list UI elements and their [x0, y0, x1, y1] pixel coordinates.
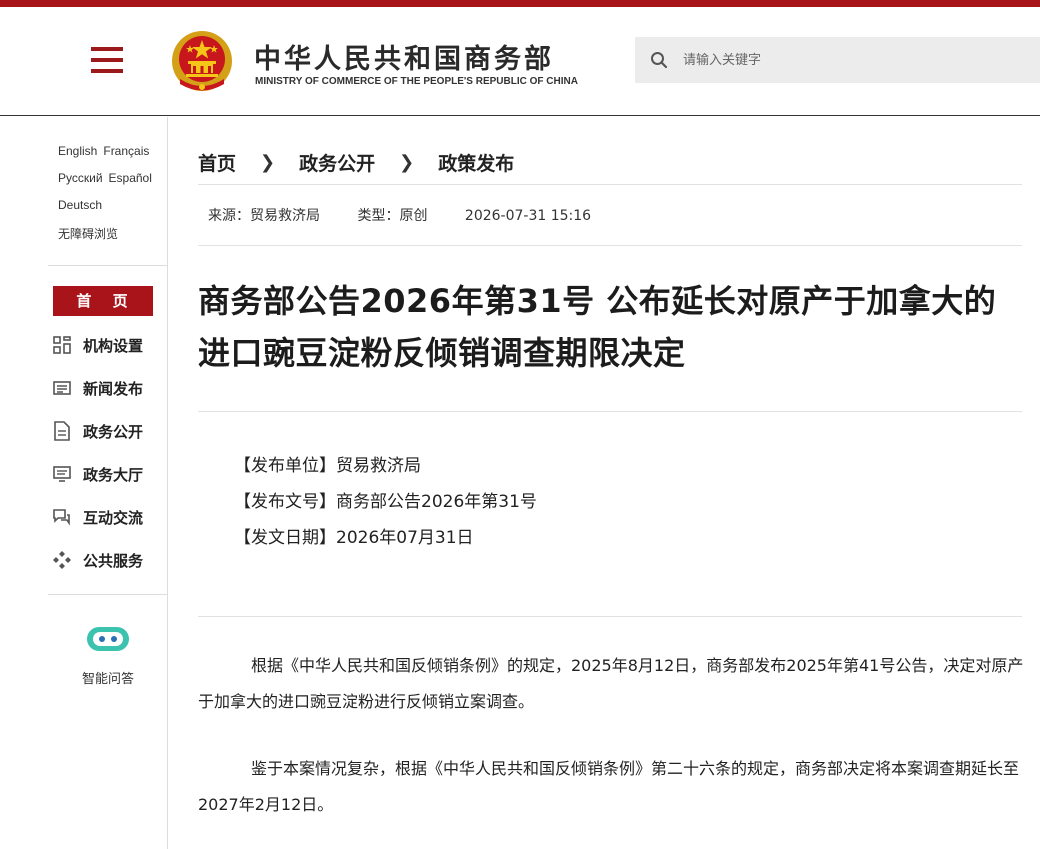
- search-input[interactable]: [683, 37, 1023, 83]
- lang-spanish-link[interactable]: Español: [109, 171, 152, 185]
- sidebar-divider: [48, 265, 167, 266]
- site-title-chinese[interactable]: 中华人民共和国商务部: [254, 37, 554, 76]
- sidebar-item-label: 机构设置: [83, 336, 144, 355]
- document-icon: [52, 421, 72, 441]
- lang-english-link[interactable]: English: [58, 144, 97, 158]
- sidebar-item-label: 互动交流: [83, 508, 144, 527]
- breadcrumb-government-affairs-link[interactable]: 政务公开: [299, 149, 375, 176]
- article-title: 商务部公告2026年第31号 公布延长对原产于加拿大的进口豌豆淀粉反倾销调查期限…: [198, 282, 997, 372]
- ai-assistant-label[interactable]: 智能问答: [58, 668, 158, 687]
- info-divider: [198, 616, 1022, 617]
- chatbot-icon[interactable]: [85, 624, 131, 654]
- accessibility-link[interactable]: 无障碍浏览: [58, 227, 118, 241]
- news-icon: [52, 378, 72, 398]
- info-publisher: 【发布单位】贸易救济局: [234, 456, 421, 476]
- chevron-right-icon: ❯: [399, 151, 415, 173]
- sidebar-home-button[interactable]: 首 页: [53, 286, 153, 316]
- search-icon[interactable]: [650, 51, 668, 69]
- language-row-3: Deutsch: [58, 198, 108, 212]
- org-grid-icon: [52, 335, 72, 355]
- language-row-2: Русский Español: [58, 171, 158, 185]
- accessibility-row: 无障碍浏览: [58, 225, 124, 242]
- breadcrumb-policy-release-link[interactable]: 政策发布: [438, 149, 514, 176]
- lang-french-link[interactable]: Français: [103, 144, 149, 158]
- title-divider: [198, 411, 1022, 412]
- article-source: 来源：贸易救济局: [208, 208, 320, 224]
- top-accent-stripe: [0, 0, 1040, 7]
- sidebar-item-organization[interactable]: 机构设置: [52, 333, 162, 357]
- search-box: [635, 37, 1040, 83]
- info-document-number: 【发布文号】商务部公告2026年第31号: [234, 492, 537, 512]
- info-publish-date: 【发文日期】2026年07月31日: [234, 528, 474, 548]
- article-type: 类型：原创: [357, 208, 428, 224]
- sidebar-item-label: 公共服务: [83, 551, 144, 570]
- meta-divider: [198, 245, 1022, 246]
- chevron-right-icon: ❯: [260, 151, 276, 173]
- breadcrumb: 首页 ❯ 政务公开 ❯ 政策发布: [198, 148, 514, 176]
- language-row-1: English Français: [58, 144, 155, 158]
- sidebar-item-service-hall[interactable]: 政务大厅: [52, 462, 162, 486]
- sidebar-item-government-affairs[interactable]: 政务公开: [52, 419, 162, 443]
- article-paragraph: 鉴于本案情况复杂，根据《中华人民共和国反倾销条例》第二十六条的规定，商务部决定将…: [198, 759, 1020, 814]
- article-paragraph: 根据《中华人民共和国反倾销条例》的规定，2025年8月12日，商务部发布2025…: [198, 656, 1024, 711]
- sidebar-item-interaction[interactable]: 互动交流: [52, 505, 162, 529]
- article-meta: 来源：贸易救济局 类型：原创 2026-07-31 15:16: [208, 205, 624, 225]
- sidebar-item-news[interactable]: 新闻发布: [52, 376, 162, 400]
- chat-icon: [52, 507, 72, 527]
- service-hall-icon: [52, 464, 72, 484]
- lang-russian-link[interactable]: Русский: [58, 171, 103, 185]
- site-header: 中华人民共和国商务部 MINISTRY OF COMMERCE OF THE P…: [0, 7, 1040, 116]
- menu-icon[interactable]: [91, 47, 123, 73]
- breadcrumb-home-link[interactable]: 首页: [198, 149, 236, 176]
- sidebar-item-label: 新闻发布: [83, 379, 144, 398]
- sidebar-item-public-service[interactable]: 公共服务: [52, 548, 162, 572]
- article-datetime: 2026-07-31 15:16: [464, 208, 592, 224]
- lang-german-link[interactable]: Deutsch: [58, 198, 102, 212]
- public-service-icon: [52, 550, 72, 570]
- site-title-english[interactable]: MINISTRY OF COMMERCE OF THE PEOPLE'S REP…: [255, 76, 578, 87]
- breadcrumb-divider: [198, 184, 1022, 185]
- sidebar-divider: [48, 594, 167, 595]
- left-sidebar: English Français Русский Español Deutsch 无…: [0, 117, 168, 849]
- national-emblem-logo[interactable]: [170, 29, 234, 95]
- sidebar-item-label: 政务大厅: [83, 465, 144, 484]
- sidebar-item-label: 政务公开: [83, 422, 144, 441]
